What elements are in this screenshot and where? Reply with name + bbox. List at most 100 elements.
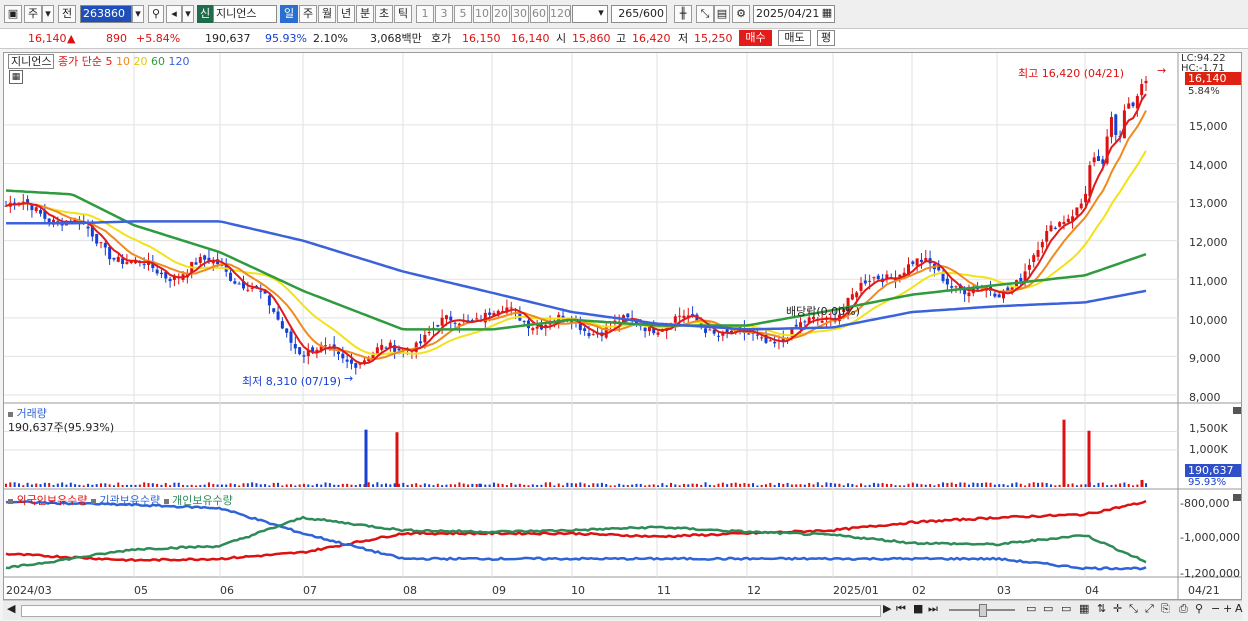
volume-bar	[868, 484, 871, 487]
tab-4[interactable]: 분	[356, 5, 374, 23]
legend-ma5[interactable]: 5	[105, 55, 112, 68]
period-selector[interactable]: 주	[24, 5, 42, 23]
volume-bar	[721, 482, 724, 487]
interval-60[interactable]: 60	[530, 5, 548, 23]
scroll-right-icon[interactable]: ▶	[883, 602, 891, 615]
volume-bar	[1136, 484, 1139, 487]
legend-ma120[interactable]: 120	[168, 55, 189, 68]
interval-30[interactable]: 30	[511, 5, 529, 23]
horizontal-scrollbar[interactable]	[21, 605, 881, 617]
interval-20[interactable]: 20	[492, 5, 510, 23]
tab-3[interactable]: 년	[337, 5, 355, 23]
search-icon[interactable]: ⚲	[148, 5, 164, 23]
crosshair-icon[interactable]: ✛	[1113, 602, 1122, 615]
stop-icon[interactable]: ■	[913, 602, 923, 615]
zoom-slider-handle[interactable]	[979, 604, 987, 617]
volume-bar	[350, 484, 353, 487]
prev-label: 전	[61, 7, 73, 20]
copy-icon[interactable]: ⎘	[1161, 602, 1170, 616]
gear-icon[interactable]: ⚙	[732, 5, 750, 23]
print-icon[interactable]: ⎙	[1179, 602, 1188, 616]
candle-body	[656, 332, 660, 335]
tab-6[interactable]: 틱	[394, 5, 412, 23]
tab-1[interactable]: 주	[299, 5, 317, 23]
legend-individual[interactable]: 개인보유수량	[172, 494, 233, 507]
code-dropdown-icon[interactable]: ▾	[132, 5, 144, 23]
interval-1[interactable]: 1	[416, 5, 434, 23]
fast-forward-icon[interactable]: ⏭	[928, 602, 938, 616]
interval-5[interactable]: 5	[454, 5, 472, 23]
candle-body	[280, 321, 284, 329]
search-zoom-icon[interactable]: ⚲	[1195, 602, 1203, 615]
buy-button[interactable]: 매수	[739, 30, 772, 46]
volume-bar	[639, 483, 642, 487]
calendar-icon[interactable]: ▦	[819, 5, 835, 23]
candle-body	[302, 355, 306, 357]
tab-2[interactable]: 월	[318, 5, 336, 23]
current-price: 16,140	[28, 32, 67, 45]
legend-ma20[interactable]: 20	[133, 55, 147, 68]
ma10-line	[5, 110, 1147, 361]
volume-bar	[264, 484, 267, 487]
volume-bar	[410, 484, 413, 487]
chart-canvas[interactable]	[4, 53, 1241, 599]
rewind-icon[interactable]: ⏮	[896, 602, 906, 616]
speaker-icon[interactable]: ◂	[166, 5, 182, 23]
compare-icon[interactable]: ⇅	[1097, 602, 1106, 615]
overlay-icon[interactable]: ▭	[1061, 602, 1071, 615]
legend-ma10[interactable]: 10	[116, 55, 130, 68]
sell-button[interactable]: 매도	[778, 30, 811, 46]
legend-ma60[interactable]: 60	[151, 55, 165, 68]
tab-5[interactable]: 초	[375, 5, 393, 23]
trend-line-icon[interactable]: ⤡	[1129, 602, 1138, 616]
period-label: 주	[27, 7, 39, 20]
split-view-icon[interactable]: ▭	[1043, 602, 1053, 615]
legend-institution[interactable]: 기관보유수량	[99, 494, 160, 507]
chevron-down-icon[interactable]: ▾	[42, 5, 54, 23]
stock-name-field[interactable]: 지니언스	[213, 5, 277, 23]
volume-bar	[462, 483, 465, 487]
grid-icon[interactable]: ▦	[1079, 602, 1089, 615]
prev-button[interactable]: 전	[58, 5, 76, 23]
trend-line-2-icon[interactable]: ⤢	[1145, 602, 1154, 616]
candle-body	[1036, 250, 1040, 257]
volume-bar	[847, 483, 850, 487]
save-icon[interactable]: ▤	[714, 5, 730, 23]
candle-body	[950, 286, 954, 288]
candle-body	[108, 246, 112, 260]
volume-bar	[302, 483, 305, 487]
legend-foreign[interactable]: 외국인보유수량	[17, 494, 88, 507]
table-toggle-icon[interactable]: ▦	[9, 70, 23, 84]
volume-bar	[212, 484, 215, 487]
legend-close[interactable]: 종가 단순	[58, 55, 102, 68]
volume-bar	[803, 484, 806, 487]
candle-type-icon[interactable]: ╫	[674, 5, 692, 23]
interval-120[interactable]: 120	[549, 5, 571, 23]
eval-button[interactable]: 평	[817, 30, 835, 46]
volume-bar	[367, 482, 370, 487]
volume-bar	[497, 483, 500, 487]
scroll-left-icon[interactable]: ◀	[7, 602, 15, 615]
zoom-in-icon[interactable]: +	[1223, 602, 1232, 615]
interval-3[interactable]: 3	[435, 5, 453, 23]
window-layout-icon[interactable]: ▭	[1026, 602, 1036, 615]
candle-body	[233, 281, 237, 284]
stock-code-input[interactable]: 263860	[80, 5, 132, 23]
interval-10[interactable]: 10	[473, 5, 491, 23]
zoom-out-icon[interactable]: −	[1211, 602, 1220, 615]
volume-bar	[877, 483, 880, 487]
tab-0[interactable]: 일	[280, 5, 298, 23]
volume-bar	[43, 482, 46, 487]
speaker-dropdown-icon[interactable]: ▾	[182, 5, 194, 23]
volume-panel-close-icon[interactable]	[1233, 407, 1241, 414]
chart-area[interactable]	[3, 52, 1242, 600]
interval-dropdown-icon[interactable]: ▾	[594, 5, 608, 23]
legend-stock-name[interactable]: 지니언스	[8, 54, 55, 69]
font-size-icon[interactable]: A	[1235, 602, 1243, 615]
volume-bar	[626, 485, 629, 487]
volume-bar	[916, 483, 919, 487]
drawing-tool-icon[interactable]: ⤡	[696, 5, 714, 23]
count-input[interactable]: 265/600	[611, 5, 667, 23]
holding-panel-close-icon[interactable]	[1233, 494, 1241, 501]
chart-settings-icon[interactable]: ▣	[4, 5, 22, 23]
